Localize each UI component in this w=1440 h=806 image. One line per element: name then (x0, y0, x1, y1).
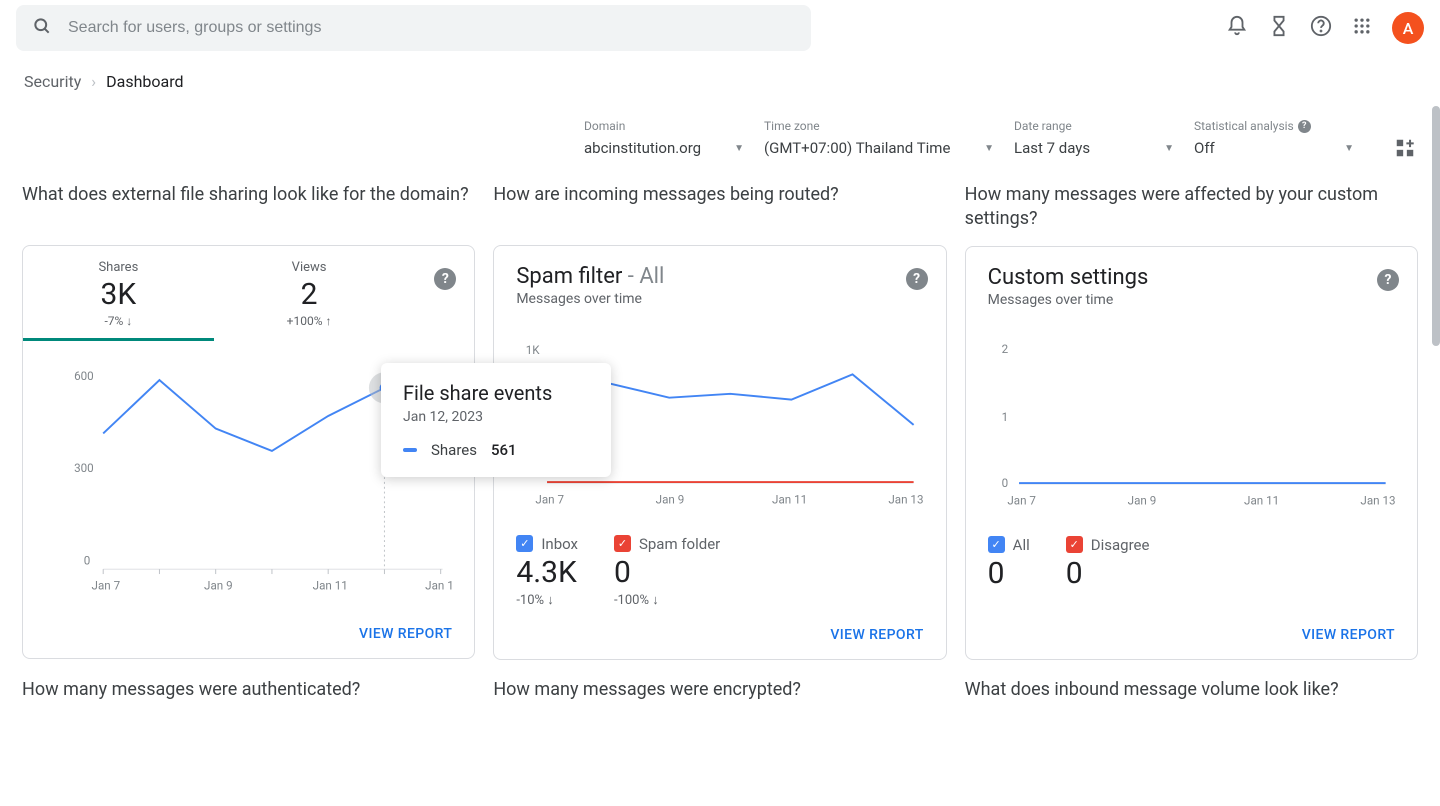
tab-change: +100% ↑ (222, 314, 397, 328)
tab-value: 3K (31, 277, 206, 312)
chart-tooltip: File share events Jan 12, 2023 Shares 56… (381, 363, 611, 477)
checkbox-icon[interactable]: ✓ (1066, 536, 1083, 553)
filter-domain[interactable]: Domain abcinstitution.org ▼ (584, 119, 744, 163)
checkbox-icon[interactable]: ✓ (516, 535, 533, 552)
svg-text:Jan 13: Jan 13 (425, 579, 452, 593)
filter-daterange[interactable]: Date range Last 7 days ▼ (1014, 119, 1174, 163)
filter-timezone[interactable]: Time zone (GMT+07:00) Thailand Time ▼ (764, 119, 994, 163)
svg-text:Jan 13: Jan 13 (889, 492, 924, 506)
tooltip-legend: Shares (431, 441, 477, 459)
card-question: What does inbound message volume look li… (965, 678, 1418, 726)
tab-shares[interactable]: Shares 3K -7% ↓ (23, 246, 214, 341)
search-box[interactable] (16, 5, 811, 51)
card-question: How are incoming messages being routed? (493, 183, 946, 231)
svg-text:300: 300 (74, 461, 94, 475)
view-report-button[interactable]: VIEW REPORT (359, 626, 452, 642)
breadcrumb: Security › Dashboard (0, 56, 1440, 107)
custom-settings-card: ? Custom settings Messages over time 2 1… (965, 246, 1418, 660)
filter-label: Domain (584, 119, 744, 133)
checkbox-icon[interactable]: ✓ (614, 535, 631, 552)
filter-label: Time zone (764, 119, 994, 133)
tab-change: -7% ↓ (31, 314, 206, 328)
card-question: What does external file sharing look lik… (22, 183, 475, 231)
stat-value: 0 (614, 555, 720, 590)
scrollbar[interactable] (1432, 106, 1440, 346)
filter-label: Date range (1014, 119, 1174, 133)
file-sharing-chart: 600 300 0 Jan 7 Jan 9 Jan 11 Jan 13 (23, 341, 474, 607)
stat-change: -100% ↓ (614, 592, 720, 608)
svg-text:Jan 11: Jan 11 (1244, 493, 1279, 507)
card-title: Spam filter - All (516, 264, 923, 289)
stat-value: 0 (988, 556, 1030, 591)
apps-icon[interactable] (1352, 16, 1372, 40)
legend-label: Inbox (541, 535, 578, 553)
svg-text:Jan 9: Jan 9 (656, 492, 685, 506)
filter-value: abcinstitution.org (584, 139, 701, 157)
legend-label: All (1013, 536, 1030, 554)
svg-text:Jan 11: Jan 11 (313, 579, 348, 593)
svg-text:Jan 9: Jan 9 (1127, 493, 1156, 507)
stat-value: 4.3K (516, 555, 578, 590)
tooltip-title: File share events (403, 381, 589, 405)
search-input[interactable] (68, 19, 795, 37)
tab-label: Shares (31, 260, 206, 275)
svg-text:2: 2 (1001, 342, 1008, 356)
legend-swatch-icon (403, 448, 417, 452)
card-subtitle: Messages over time (988, 292, 1395, 308)
stat-change: -10% ↓ (516, 592, 578, 608)
help-icon[interactable]: ? (1377, 269, 1399, 291)
card-question: How many messages were encrypted? (493, 678, 946, 726)
tooltip-value: 561 (491, 441, 517, 459)
tab-value: 2 (222, 277, 397, 312)
filter-value: Off (1194, 139, 1215, 157)
search-icon (32, 16, 52, 40)
svg-text:1: 1 (1001, 410, 1008, 424)
chevron-down-icon: ▼ (1344, 143, 1354, 154)
svg-text:Jan 7: Jan 7 (1007, 493, 1036, 507)
help-icon[interactable]: ? (906, 268, 928, 290)
legend-label: Disagree (1091, 536, 1150, 554)
svg-text:1K: 1K (526, 343, 541, 357)
tooltip-date: Jan 12, 2023 (403, 409, 589, 425)
chevron-down-icon: ▼ (1164, 143, 1174, 154)
svg-text:0: 0 (84, 553, 91, 567)
file-sharing-card: ? Shares 3K -7% ↓ Views 2 +100% ↑ 600 30… (22, 245, 475, 659)
chevron-down-icon: ▼ (984, 143, 994, 154)
filter-value: Last 7 days (1014, 139, 1090, 157)
svg-text:Jan 7: Jan 7 (536, 492, 565, 506)
custom-settings-chart: 2 1 0 Jan 7 Jan 9 Jan 11 Jan 13 (966, 314, 1417, 522)
card-title: Custom settings (988, 265, 1395, 290)
help-icon[interactable] (1310, 15, 1332, 41)
breadcrumb-security[interactable]: Security (24, 72, 81, 91)
filter-value: (GMT+07:00) Thailand Time (764, 139, 950, 157)
svg-text:Jan 9: Jan 9 (204, 579, 233, 593)
chevron-down-icon: ▼ (734, 143, 744, 154)
avatar[interactable]: A (1392, 12, 1424, 44)
legend-label: Spam folder (639, 535, 720, 553)
card-question: How many messages were affected by your … (965, 183, 1418, 232)
svg-text:Jan 13: Jan 13 (1360, 493, 1395, 507)
stat-value: 0 (1066, 556, 1150, 591)
view-report-button[interactable]: VIEW REPORT (1302, 627, 1395, 643)
chevron-right-icon: › (91, 72, 96, 91)
tab-label: Views (222, 260, 397, 275)
view-report-button[interactable]: VIEW REPORT (830, 627, 923, 643)
filter-label: Statistical analysis ? (1194, 119, 1354, 133)
svg-text:Jan 7: Jan 7 (92, 579, 121, 593)
breadcrumb-dashboard: Dashboard (106, 72, 183, 91)
notifications-icon[interactable] (1226, 15, 1248, 41)
hourglass-icon[interactable] (1268, 15, 1290, 41)
checkbox-icon[interactable]: ✓ (988, 536, 1005, 553)
filter-statistical[interactable]: Statistical analysis ? Off ▼ (1194, 119, 1354, 163)
svg-text:0: 0 (1001, 476, 1008, 490)
svg-text:600: 600 (74, 369, 94, 383)
add-widget-icon[interactable] (1394, 137, 1416, 163)
card-question: How many messages were authenticated? (22, 678, 475, 726)
help-icon[interactable]: ? (1298, 120, 1311, 133)
card-subtitle: Messages over time (516, 291, 923, 307)
tab-views[interactable]: Views 2 +100% ↑ (214, 246, 405, 341)
svg-text:Jan 11: Jan 11 (772, 492, 807, 506)
